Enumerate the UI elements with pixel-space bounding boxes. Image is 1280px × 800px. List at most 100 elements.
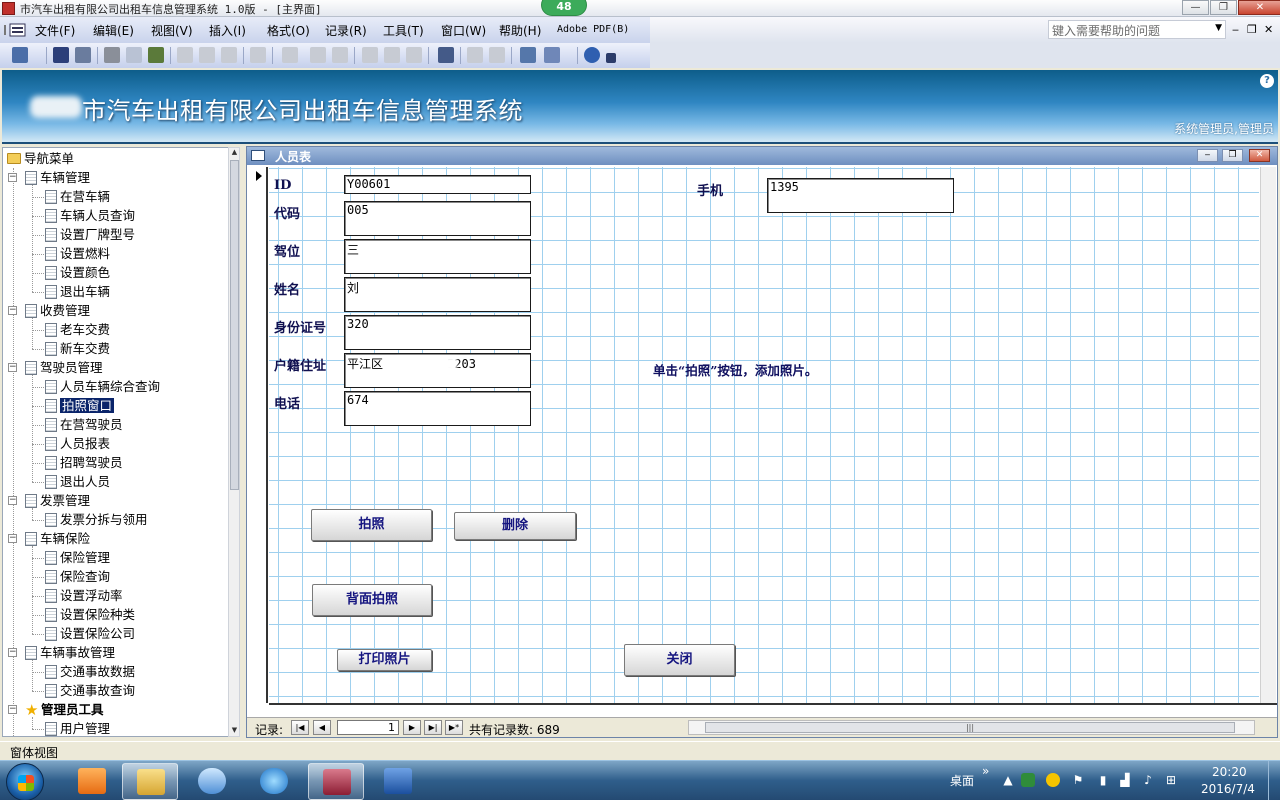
tree-collapse-icon[interactable]: − (8, 363, 17, 372)
plus-badge-icon[interactable] (1046, 773, 1060, 787)
print-photo-button[interactable]: 打印照片 (337, 649, 432, 671)
navigation-scrollbar[interactable]: ▲ ▼ (228, 147, 240, 737)
cut-icon[interactable] (177, 47, 193, 63)
nav-item[interactable]: 设置保险公司 (45, 624, 135, 643)
mdi-close-button[interactable]: ✕ (1264, 23, 1273, 36)
print-icon[interactable] (104, 47, 120, 63)
filter-by-selection-icon[interactable] (362, 47, 378, 63)
menu-view[interactable]: 视图(V) (151, 22, 193, 39)
nav-item[interactable]: 招聘驾驶员 (45, 453, 123, 472)
menu-file[interactable]: 文件(F) (35, 22, 75, 39)
delete-photo-button[interactable]: 删除 (454, 512, 576, 540)
nav-group[interactable]: 车辆保险 (25, 529, 90, 548)
banner-help-icon[interactable]: ? (1260, 74, 1274, 88)
toolbar-chevron-icon[interactable]: » (982, 764, 989, 778)
restore-button[interactable]: ❐ (1210, 0, 1237, 15)
form-close-button[interactable]: ✕ (1249, 149, 1270, 162)
nav-item[interactable]: 设置燃料 (45, 244, 110, 263)
taskbar-media-player[interactable] (64, 763, 120, 800)
menu-adobe-pdf[interactable]: Adobe PDF(B) (557, 24, 629, 35)
nav-item[interactable]: 发票分拆与领用 (45, 510, 148, 529)
save-icon[interactable] (53, 47, 69, 63)
taskbar-messenger[interactable] (184, 763, 240, 800)
tree-collapse-icon[interactable]: − (8, 306, 17, 315)
paste-icon[interactable] (221, 47, 237, 63)
nav-item[interactable]: 人员车辆综合查询 (45, 377, 160, 396)
sort-ascending-icon[interactable] (310, 47, 326, 63)
id-field[interactable]: Y00601 (344, 175, 531, 194)
toolbar-options-icon[interactable] (606, 53, 616, 63)
taskbar-internet-explorer[interactable] (246, 763, 302, 800)
nav-group[interactable]: 发票管理 (25, 491, 90, 510)
mdi-restore-button[interactable]: ❐ (1247, 23, 1257, 36)
apply-filter-icon[interactable] (406, 47, 422, 63)
copy-icon[interactable] (199, 47, 215, 63)
nav-item[interactable]: 用户管理 (45, 719, 110, 736)
nav-tree-root[interactable]: 导航菜单 (7, 149, 74, 168)
nav-item[interactable]: 设置厂牌型号 (45, 225, 135, 244)
menu-format[interactable]: 格式(O) (267, 22, 310, 39)
menu-tools[interactable]: 工具(T) (383, 22, 424, 39)
desktop-toolbar-label[interactable]: 桌面 (950, 772, 974, 789)
undo-icon[interactable] (250, 47, 266, 63)
nav-item[interactable]: 拍照窗口 (45, 396, 116, 415)
mdi-minimize-button[interactable]: ‒ (1232, 23, 1239, 36)
nav-item[interactable]: 设置颜色 (45, 263, 110, 282)
nav-item[interactable]: 在营车辆 (45, 187, 110, 206)
menu-insert[interactable]: 插入(I) (209, 22, 246, 39)
nav-item[interactable]: 交通事故数据 (45, 662, 135, 681)
filter-by-form-icon[interactable] (384, 47, 400, 63)
menu-help[interactable]: 帮助(H) (499, 22, 541, 39)
file-search-icon[interactable] (75, 47, 91, 63)
nav-item[interactable]: 交通事故查询 (45, 681, 135, 700)
hyperlink-icon[interactable] (282, 47, 298, 63)
database-window-icon[interactable] (520, 47, 536, 63)
find-icon[interactable] (438, 47, 454, 63)
seat-field[interactable]: 三 (344, 239, 531, 274)
print-preview-icon[interactable] (126, 47, 142, 63)
record-selector[interactable] (251, 167, 268, 703)
tree-collapse-icon[interactable]: − (8, 496, 17, 505)
form-minimize-button[interactable]: ‒ (1197, 149, 1218, 162)
previous-record-button[interactable]: ◀ (313, 720, 331, 735)
scroll-down-icon[interactable]: ▼ (230, 726, 239, 736)
mobile-field[interactable]: 1395 (767, 178, 954, 213)
taskbar-explorer[interactable] (122, 763, 178, 800)
new-object-icon[interactable] (544, 47, 560, 63)
clock-date[interactable]: 2016/7/4 (1201, 782, 1255, 796)
network-signal-icon[interactable]: ▟ (1118, 773, 1132, 787)
take-photo-button[interactable]: 拍照 (311, 509, 432, 541)
nav-item[interactable]: 保险查询 (45, 567, 110, 586)
back-photo-button[interactable]: 背面拍照 (312, 584, 432, 616)
nav-item[interactable]: 老车交费 (45, 320, 110, 339)
horizontal-scroll-thumb[interactable]: ||| (705, 722, 1235, 733)
security-shield-icon[interactable] (1021, 773, 1035, 787)
nav-item[interactable]: 设置保险种类 (45, 605, 135, 624)
nav-group[interactable]: 车辆管理 (25, 168, 90, 187)
start-button[interactable] (6, 763, 44, 800)
nav-group[interactable]: 驾驶员管理 (25, 358, 103, 377)
current-record-input[interactable]: 1 (337, 720, 399, 735)
form-vertical-scrollbar[interactable] (1260, 167, 1276, 703)
nav-item[interactable]: 设置浮动率 (45, 586, 123, 605)
next-record-button[interactable]: ▶ (403, 720, 421, 735)
last-record-button[interactable]: ▶| (424, 720, 442, 735)
code-field[interactable]: 005 (344, 201, 531, 236)
tree-collapse-icon[interactable]: − (8, 648, 17, 657)
help-icon[interactable] (584, 47, 600, 63)
first-record-button[interactable]: |◀ (291, 720, 309, 735)
form-restore-button[interactable]: ❐ (1222, 149, 1243, 162)
taskbar-access[interactable] (308, 763, 364, 800)
spelling-icon[interactable] (148, 47, 164, 63)
design-view-icon[interactable] (12, 47, 28, 63)
nav-item[interactable]: 车辆人员查询 (45, 206, 135, 225)
help-search-input[interactable]: 键入需要帮助的问题 ▼ (1048, 20, 1226, 39)
new-record-button[interactable]: ▶* (445, 720, 463, 735)
nav-group[interactable]: ★ 管理员工具 (25, 700, 104, 719)
app-icon[interactable] (2, 2, 15, 15)
nav-item[interactable]: 退出车辆 (45, 282, 110, 301)
new-record-icon[interactable] (467, 47, 483, 63)
menu-records[interactable]: 记录(R) (325, 22, 367, 39)
delete-record-icon[interactable] (489, 47, 505, 63)
scroll-up-icon[interactable]: ▲ (230, 148, 239, 158)
